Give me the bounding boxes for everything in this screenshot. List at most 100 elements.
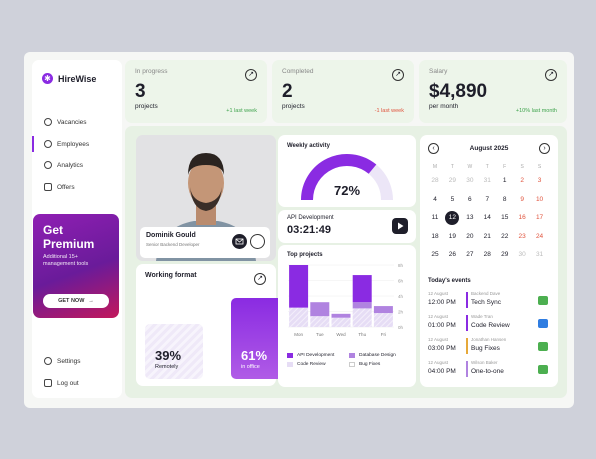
open-arrow-icon[interactable]: ↗: [545, 69, 557, 81]
event-color-bar: [466, 292, 468, 308]
brand[interactable]: ✱ HireWise: [42, 73, 96, 84]
stat-change: -1 last week: [374, 108, 404, 114]
promo-title-1: Get: [43, 223, 64, 237]
meet-icon[interactable]: [538, 365, 548, 374]
calendar-day[interactable]: 18: [428, 232, 442, 242]
open-arrow-icon[interactable]: ↗: [392, 69, 404, 81]
calendar-day[interactable]: 31: [480, 176, 494, 186]
calendar-day[interactable]: 29: [498, 250, 512, 260]
calendar-day[interactable]: 13: [463, 213, 477, 223]
meet-icon[interactable]: [538, 342, 548, 351]
x-tick-label: Fri: [381, 332, 386, 337]
calendar-day[interactable]: 1: [498, 176, 512, 186]
calendar-day[interactable]: 28: [428, 176, 442, 186]
weekday-label: S: [537, 164, 542, 170]
gear-icon: [44, 357, 52, 365]
calendar-day[interactable]: 26: [445, 250, 459, 260]
calendar-day[interactable]: 11: [428, 213, 442, 223]
legend-swatch: [349, 362, 355, 367]
legend-label: Bug Fixes: [359, 362, 381, 367]
open-arrow-icon[interactable]: ↗: [254, 273, 266, 285]
office-label: in office: [241, 364, 260, 370]
events-title: Today's events: [428, 278, 471, 284]
calendar-day[interactable]: 14: [480, 213, 494, 223]
get-now-button[interactable]: GET NOW →: [43, 294, 109, 308]
calendar-day[interactable]: 3: [533, 176, 547, 186]
stat-card-completed: Completed ↗ 2 projects -1 last week: [272, 60, 414, 123]
sidebar-item-employees[interactable]: Employees: [32, 136, 122, 152]
event-item[interactable]: 12 August 01:00 PM Wade Tran Code Review: [428, 314, 550, 334]
calendar-day[interactable]: 22: [498, 232, 512, 242]
bar-segment: [310, 316, 330, 327]
calendar-day[interactable]: 10: [533, 195, 547, 205]
event-date: 12 August: [428, 337, 449, 342]
calendar-day[interactable]: 15: [498, 213, 512, 223]
event-color-bar: [466, 361, 468, 377]
sidebar-item-analytics[interactable]: Analytics: [32, 157, 122, 173]
calendar-day[interactable]: 5: [445, 195, 459, 205]
sidebar-item-settings[interactable]: Settings: [32, 353, 122, 369]
sidebar-item-offers[interactable]: Offers: [32, 179, 122, 195]
calendar-day[interactable]: 20: [463, 232, 477, 242]
event-color-bar: [466, 338, 468, 354]
clock-icon: [44, 118, 52, 126]
weekday-label: T: [450, 164, 454, 170]
calendar-day[interactable]: 17: [533, 213, 547, 223]
event-item[interactable]: 12 August 12:00 PM Backend Dave Tech Sync: [428, 291, 550, 311]
analytics-icon: [44, 161, 52, 169]
sidebar-item-logout[interactable]: Log out: [32, 375, 122, 391]
calendar-day[interactable]: 16: [515, 213, 529, 223]
brand-name: HireWise: [58, 73, 97, 84]
y-tick-label: 8h: [398, 263, 404, 268]
calendar-day[interactable]: 24: [533, 232, 547, 242]
timer-label: API Development: [287, 215, 334, 221]
meet-icon[interactable]: [538, 319, 548, 328]
y-tick-label: 6h: [398, 279, 404, 284]
calendar-day[interactable]: 30: [463, 176, 477, 186]
event-date: 12 August: [428, 291, 449, 296]
calendar-day[interactable]: 21: [480, 232, 494, 242]
calendar-day[interactable]: 7: [480, 195, 494, 205]
event-person: Backend Dave: [471, 291, 501, 296]
legend-swatch: [287, 353, 293, 358]
event-item[interactable]: 12 August 03:00 PM Jonathan Hansen Bug Fixe…: [428, 337, 550, 357]
calendar-day[interactable]: 23: [515, 232, 529, 242]
mail-icon[interactable]: [232, 234, 247, 249]
stat-change: +10% last month: [515, 108, 557, 114]
calendar-day[interactable]: 29: [445, 176, 459, 186]
x-tick-label: Tue: [316, 332, 324, 337]
y-tick-label: 4h: [398, 294, 404, 299]
calendar-day[interactable]: 27: [463, 250, 477, 260]
event-name: One-to-one: [471, 368, 504, 375]
event-item[interactable]: 12 August 04:00 PM Wilson Baker One-to-one: [428, 360, 550, 380]
calendar-day[interactable]: 2: [515, 176, 529, 186]
calendar-day[interactable]: 31: [533, 250, 547, 260]
phone-icon[interactable]: [250, 234, 265, 249]
bar-segment: [289, 265, 309, 308]
legend-swatch: [349, 353, 355, 358]
promo-subtitle: Additional 15+ management tools: [43, 254, 89, 267]
working-format-title: Working format: [145, 272, 197, 279]
play-button[interactable]: [392, 218, 408, 234]
calendar-day[interactable]: 12: [445, 211, 460, 225]
y-tick-label: 2h: [398, 310, 404, 315]
top-projects-title: Top projects: [287, 252, 323, 258]
meet-icon[interactable]: [538, 296, 548, 305]
calendar-day[interactable]: 6: [463, 195, 477, 205]
calendar-day[interactable]: 9: [515, 195, 529, 205]
stat-change: +1 last week: [226, 108, 257, 114]
stat-value: $4,890: [429, 81, 488, 102]
sidebar-item-label: Employees: [57, 140, 90, 148]
calendar-day[interactable]: 28: [480, 250, 494, 260]
open-arrow-icon[interactable]: ↗: [245, 69, 257, 81]
calendar-day[interactable]: 25: [428, 250, 442, 260]
calendar-day[interactable]: 8: [498, 195, 512, 205]
next-month-button[interactable]: ›: [539, 143, 550, 154]
calendar-day[interactable]: 4: [428, 195, 442, 205]
bar-segment: [331, 313, 351, 318]
sidebar-item-vacancies[interactable]: Vacancies: [32, 114, 122, 130]
calendar-day[interactable]: 30: [515, 250, 529, 260]
calendar-day[interactable]: 19: [445, 232, 459, 242]
users-icon: [44, 140, 52, 148]
timer-value: 03:21:49: [287, 224, 332, 236]
